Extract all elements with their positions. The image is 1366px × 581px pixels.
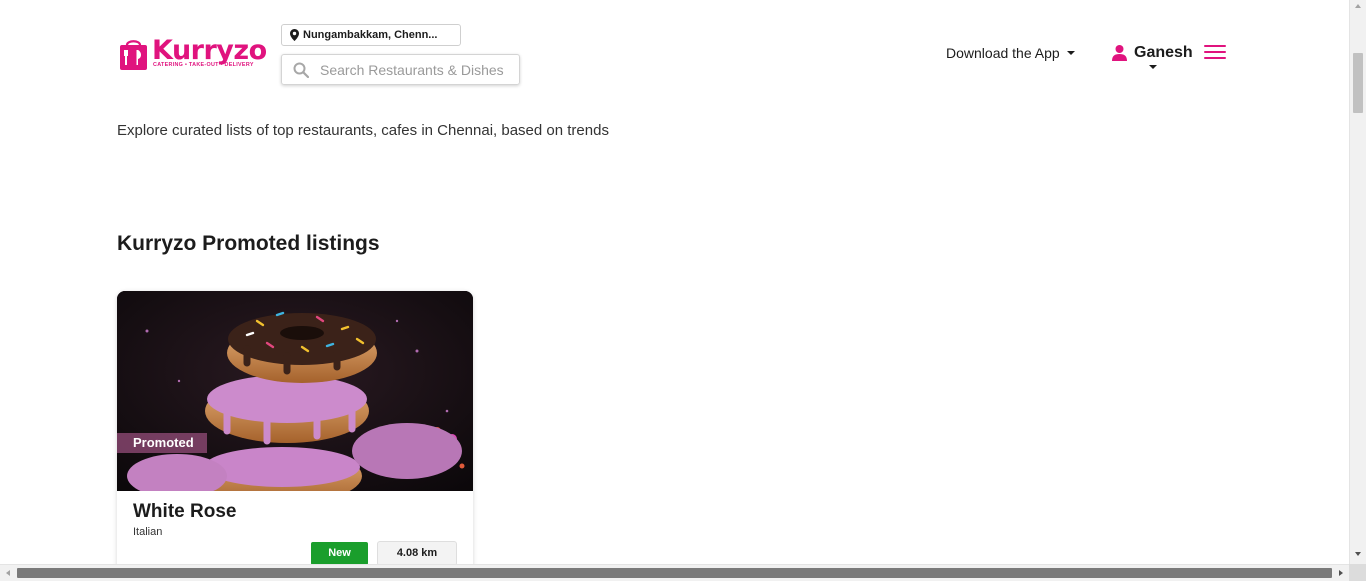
location-selector[interactable]: Nungambakkam, Chenn... [281,24,461,46]
horizontal-scrollbar[interactable] [0,564,1366,581]
kurryzo-logo[interactable]: Kurryzo CATERING • TAKE-OUT • DELIVERY [117,36,267,72]
status-badge: New [311,542,368,565]
distance-badge: 4.08 km [377,541,457,566]
brand-tagline: CATERING • TAKE-OUT • DELIVERY [153,62,254,68]
scrollbar-corner [1349,564,1366,581]
hamburger-menu-icon[interactable] [1204,45,1226,60]
horizontal-scrollbar-thumb[interactable] [17,568,1332,578]
scroll-left-arrow-icon[interactable] [6,570,10,576]
scroll-down-arrow-icon[interactable] [1355,552,1361,556]
location-text: Nungambakkam, Chenn... [303,29,438,41]
restaurant-image: Promoted [117,291,473,491]
restaurant-cuisine: Italian [133,526,163,538]
vertical-scrollbar[interactable] [1349,0,1366,564]
restaurant-card[interactable]: Promoted White Rose Italian New 4.08 km [117,291,473,581]
download-app-dropdown[interactable]: Download the App [946,45,1075,61]
restaurant-name: White Rose [133,501,237,522]
section-title: Kurryzo Promoted listings [117,232,380,255]
donut-photo [117,291,473,491]
search-icon [293,62,309,78]
page: Kurryzo CATERING • TAKE-OUT • DELIVERY N… [0,0,1366,581]
logo-bag-icon [120,40,147,70]
user-icon [1112,45,1127,61]
scroll-up-arrow-icon[interactable] [1355,4,1361,8]
user-chevron-down-icon [1149,65,1157,69]
page-tagline: Explore curated lists of top restaurants… [117,122,609,139]
location-pin-icon [290,29,299,41]
promoted-tag: Promoted [117,433,207,453]
user-name: Ganesh [1134,44,1193,61]
search-bar[interactable] [281,54,520,85]
search-input[interactable] [320,61,510,78]
scroll-right-arrow-icon[interactable] [1339,570,1343,576]
user-menu[interactable]: Ganesh [1112,44,1193,69]
download-app-label: Download the App [946,45,1060,61]
vertical-scrollbar-thumb[interactable] [1353,53,1363,113]
chevron-down-icon [1066,51,1075,55]
